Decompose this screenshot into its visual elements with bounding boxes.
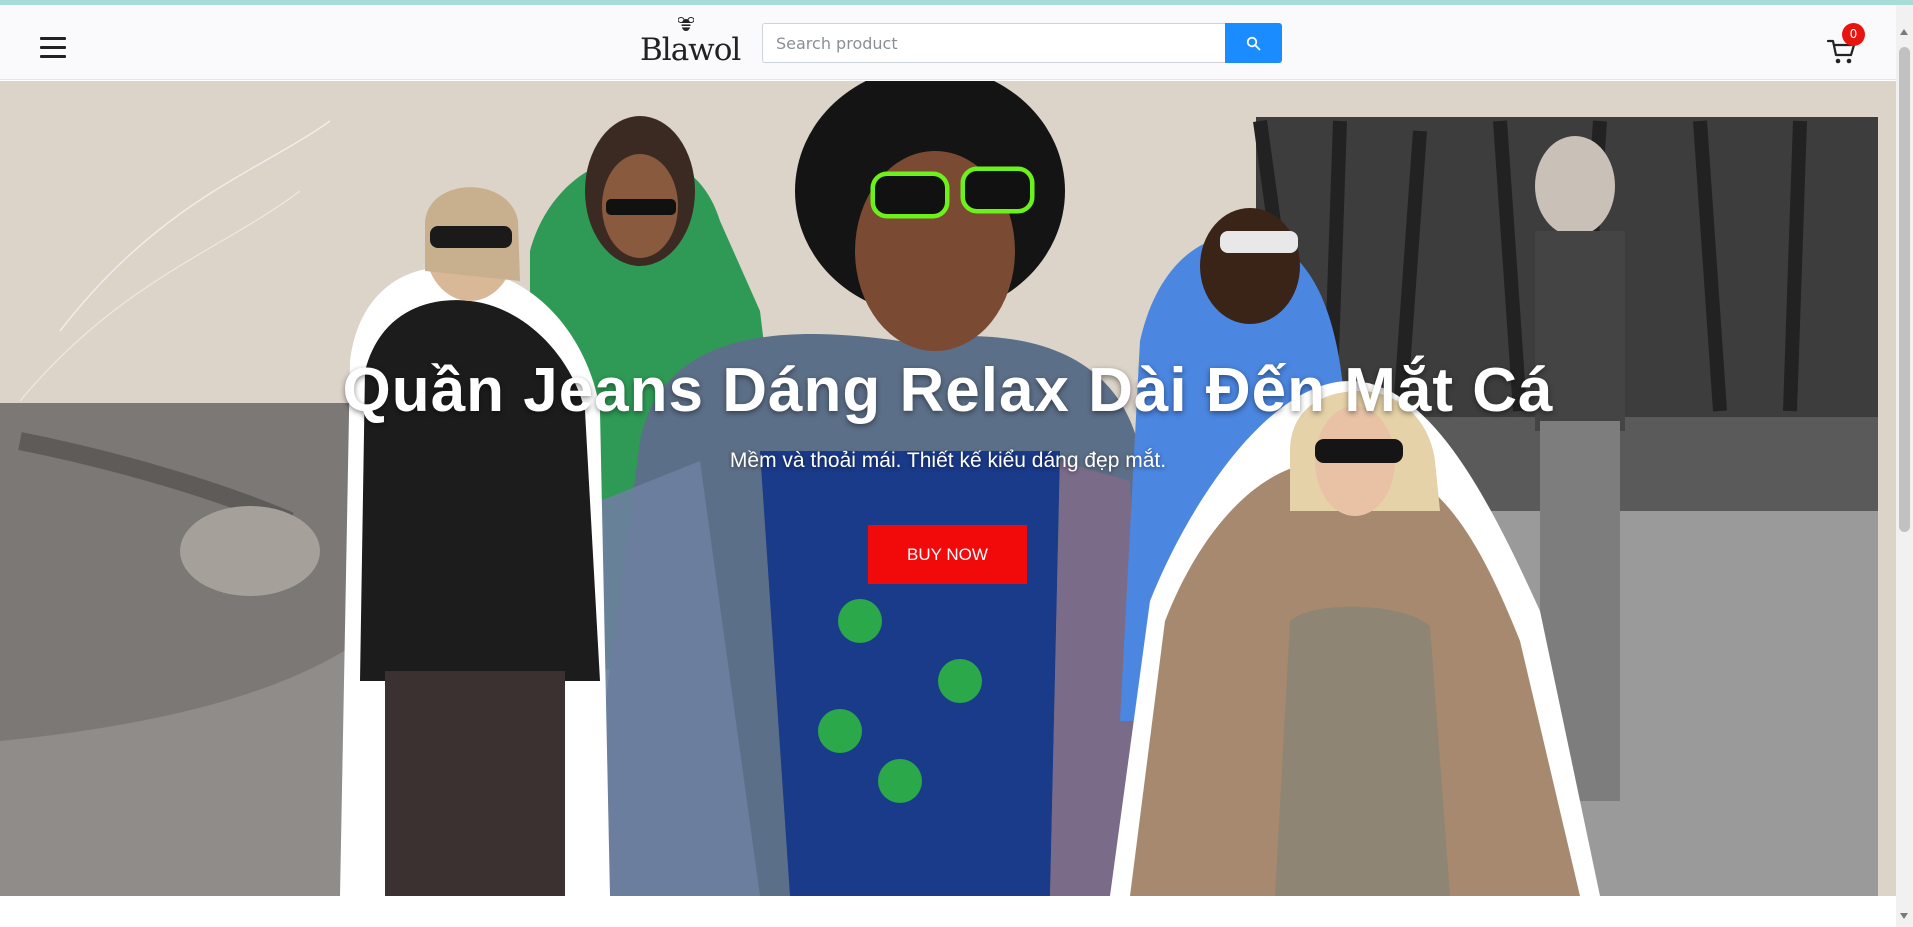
search-icon	[1246, 36, 1261, 50]
bee-icon	[678, 17, 694, 31]
page-content-start	[0, 896, 1896, 927]
scroll-up-icon[interactable]	[1900, 29, 1908, 35]
hero-subtitle: Mềm và thoải mái. Thiết kế kiểu dáng đẹp…	[729, 449, 1167, 472]
cart-button[interactable]: 0	[1826, 23, 1870, 67]
hero-banner: Quần Jeans Dáng Relax Dài Đến Mắt Cá Mềm…	[0, 81, 1896, 896]
site-logo[interactable]: Blawol	[640, 13, 741, 69]
search-button[interactable]	[1225, 23, 1282, 63]
site-header: Blawol 0	[0, 5, 1896, 80]
search-input[interactable]	[762, 23, 1226, 63]
buy-now-button[interactable]: BUY NOW	[868, 525, 1027, 584]
vertical-scrollbar[interactable]	[1896, 5, 1913, 927]
search-bar	[762, 23, 1282, 63]
cart-count-badge: 0	[1842, 23, 1865, 46]
scrollbar-thumb[interactable]	[1899, 47, 1910, 532]
hero-collage-image	[0, 81, 1896, 896]
scroll-down-icon[interactable]	[1900, 913, 1908, 919]
logo-wordmark: Blawol	[640, 32, 741, 68]
hero-title: Quần Jeans Dáng Relax Dài Đến Mắt Cá	[342, 356, 1554, 425]
hamburger-menu-icon[interactable]	[40, 37, 66, 59]
